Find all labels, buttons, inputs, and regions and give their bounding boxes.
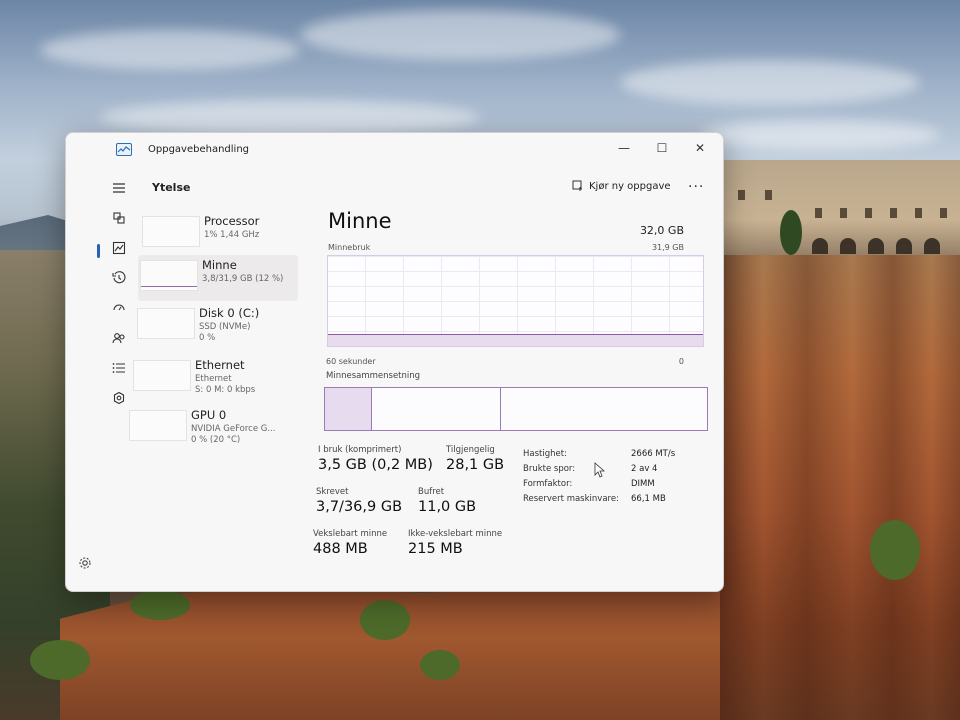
perf-item-detail-2: S: 0 M: 0 kbps: [195, 385, 256, 395]
perf-item-name: Disk 0 (C:): [199, 306, 260, 320]
perf-item-detail-2: 0 %: [199, 333, 216, 343]
stat-label: I bruk (komprimert): [318, 445, 402, 455]
close-button[interactable]: ✕: [683, 137, 717, 159]
composition-in-use-segment: [325, 388, 372, 430]
perf-item-name: Processor: [204, 214, 260, 228]
prop-speed: Hastighet: 2666 MT/s: [523, 449, 703, 463]
perf-item-detail: 1% 1,44 GHz: [204, 230, 260, 240]
perf-item-ethernet[interactable]: Ethernet Ethernet S: 0 M: 0 kbps: [131, 355, 291, 401]
graph-time-right: 0: [678, 357, 684, 366]
stat-label: Bufret: [418, 487, 445, 497]
details-icon[interactable]: [110, 359, 128, 377]
memory-total: 32,0 GB: [639, 224, 684, 237]
perf-item-detail: NVIDIA GeForce G...: [191, 424, 276, 434]
perf-item-detail-2: 0 % (20 °C): [191, 435, 241, 445]
perf-item-detail: Ethernet: [195, 374, 232, 384]
maximize-icon: ☐: [656, 141, 668, 155]
prop-slots-used: Brukte spor: 2 av 4: [523, 464, 703, 478]
prop-value: 66,1 MB: [631, 494, 666, 504]
gpu-thumbnail: [129, 410, 187, 441]
run-task-label: Kjør ny oppgave: [589, 180, 671, 192]
close-icon: ✕: [694, 141, 706, 155]
prop-key: Brukte spor:: [523, 464, 576, 474]
memory-title: Minne: [328, 209, 392, 233]
perf-item-name: Minne: [202, 258, 237, 272]
perf-item-gpu[interactable]: GPU 0 NVIDIA GeForce G... 0 % (20 °C): [127, 405, 287, 451]
stat-value: 215 MB: [408, 541, 463, 557]
memory-usage-fill: [328, 334, 703, 346]
prop-key: Formfaktor:: [523, 479, 573, 489]
content-area: Ytelse Kjør ny oppgave ... Processor 1% …: [129, 169, 723, 591]
stat-value: 3,5 GB (0,2 MB): [318, 457, 433, 473]
app-history-icon[interactable]: [110, 269, 128, 287]
prop-hardware-reserved: Reservert maskinvare: 66,1 MB: [523, 494, 703, 508]
startup-apps-icon[interactable]: [110, 299, 128, 317]
perf-item-detail: 3,8/31,9 GB (12 %): [202, 274, 284, 284]
stat-label: Tilgjengelig: [446, 445, 495, 455]
task-manager-window: Oppgavebehandling — ☐ ✕ Ytelse Kjør ny o…: [65, 132, 724, 592]
stat-label: Ikke-vekslebart minne: [408, 529, 503, 539]
perf-item-name: Ethernet: [195, 358, 245, 372]
memory-usage-max: 31,9 GB: [651, 243, 684, 252]
prop-form-factor: Formfaktor: DIMM: [523, 479, 703, 493]
prop-key: Hastighet:: [523, 449, 567, 459]
run-task-icon: [572, 180, 582, 191]
stat-non-paged-pool: Ikke-vekslebart minne 215 MB: [408, 529, 502, 557]
run-new-task-button[interactable]: Kjør ny oppgave: [572, 180, 671, 192]
more-options-button[interactable]: ...: [688, 175, 704, 191]
memory-usage-graph: [327, 255, 704, 347]
menu-icon[interactable]: [110, 179, 128, 197]
memory-composition-label: Minnesammensetning: [326, 371, 421, 381]
memory-usage-label: Minnebruk: [328, 243, 371, 252]
prop-value: DIMM: [631, 479, 655, 489]
disk-thumbnail: [137, 308, 195, 339]
performance-icon[interactable]: [110, 239, 128, 257]
perf-item-detail: SSD (NVMe): [199, 322, 251, 332]
users-icon[interactable]: [110, 329, 128, 347]
stat-value: 488 MB: [313, 541, 368, 557]
minimize-button[interactable]: —: [607, 137, 641, 159]
perf-item-name: GPU 0: [191, 408, 227, 422]
stat-in-use: I bruk (komprimert) 3,5 GB (0,2 MB): [318, 445, 433, 473]
ethernet-thumbnail: [133, 360, 191, 391]
perf-item-memory[interactable]: Minne 3,8/31,9 GB (12 %): [138, 255, 298, 301]
active-indicator: [97, 244, 100, 258]
stat-value: 3,7/36,9 GB: [316, 499, 403, 515]
stat-label: Skrevet: [316, 487, 349, 497]
title-bar[interactable]: Oppgavebehandling — ☐ ✕: [66, 133, 723, 169]
memory-thumbnail: [140, 260, 198, 291]
window-title: Oppgavebehandling: [148, 144, 250, 155]
composition-divider: [500, 388, 501, 430]
perf-item-disk[interactable]: Disk 0 (C:) SSD (NVMe) 0 %: [135, 303, 295, 349]
stat-committed: Skrevet 3,7/36,9 GB: [316, 487, 402, 515]
stat-value: 11,0 GB: [418, 499, 477, 515]
prop-key: Reservert maskinvare:: [523, 494, 619, 504]
minimize-icon: —: [618, 141, 630, 155]
section-title: Ytelse: [152, 181, 191, 194]
stat-cached: Bufret 11,0 GB: [418, 487, 476, 515]
services-icon[interactable]: [110, 389, 128, 407]
perf-item-processor[interactable]: Processor 1% 1,44 GHz: [140, 211, 300, 257]
prop-value: 2666 MT/s: [631, 449, 676, 459]
stat-available: Tilgjengelig 28,1 GB: [446, 445, 504, 473]
memory-composition-bar: [324, 387, 708, 431]
processes-icon[interactable]: [110, 209, 128, 227]
stat-paged-pool: Vekslebart minne 488 MB: [313, 529, 387, 557]
stat-label: Vekslebart minne: [313, 529, 388, 539]
settings-icon[interactable]: [78, 555, 92, 569]
prop-value: 2 av 4: [631, 464, 658, 474]
maximize-button[interactable]: ☐: [645, 137, 679, 159]
mouse-cursor-icon: [594, 462, 606, 478]
task-manager-app-icon: [116, 143, 132, 156]
stat-value: 28,1 GB: [446, 457, 505, 473]
processor-thumbnail: [142, 216, 200, 247]
graph-time-left: 60 sekunder: [326, 357, 376, 366]
